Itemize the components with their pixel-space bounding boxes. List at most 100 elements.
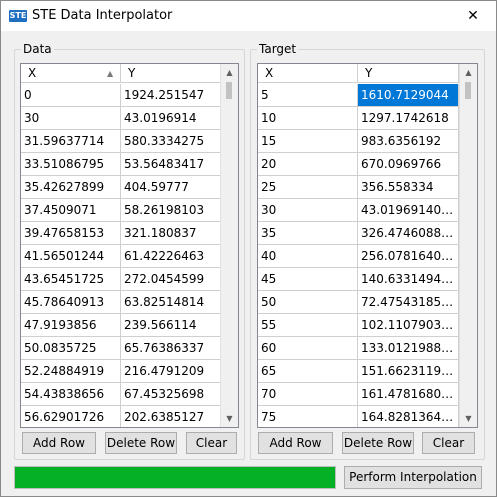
- target-table-row[interactable]: 25 356.558334: [258, 176, 459, 199]
- data-cell-y[interactable]: 216.4791209: [121, 360, 221, 383]
- data-cell-y[interactable]: 239.566114: [121, 314, 221, 337]
- target-cell-y[interactable]: 161.4781680657...: [358, 383, 459, 406]
- data-delete-row-button[interactable]: Delete Row: [105, 432, 177, 454]
- data-cell-x[interactable]: 52.24884919: [21, 360, 121, 383]
- scroll-down-icon[interactable]: ▼: [460, 410, 477, 427]
- target-cell-x[interactable]: 70: [258, 383, 358, 406]
- target-add-row-button[interactable]: Add Row: [258, 432, 333, 454]
- target-table-row[interactable]: 65151.6623119908...: [258, 360, 459, 383]
- data-cell-y[interactable]: 321.180837: [121, 222, 221, 245]
- data-cell-y[interactable]: 43.0196914: [121, 107, 221, 130]
- data-cell-x[interactable]: 35.42627899: [21, 176, 121, 199]
- data-cell-x[interactable]: 31.59637714: [21, 130, 121, 153]
- data-cell-y[interactable]: 53.56483417: [121, 153, 221, 176]
- target-cell-y[interactable]: 43.01969140000...: [358, 199, 459, 222]
- target-cell-x[interactable]: 60: [258, 337, 358, 360]
- target-cell-x[interactable]: 30: [258, 199, 358, 222]
- data-grid[interactable]: X ▲ Y 0 1924.251547 30 43.0196914 31.5963771…: [20, 63, 239, 428]
- data-table-row[interactable]: 41.56501244 61.42226463: [21, 245, 221, 268]
- target-table-row[interactable]: 20 670.0969766: [258, 153, 459, 176]
- data-cell-y[interactable]: 580.3334275: [121, 130, 221, 153]
- target-table-row[interactable]: 5 1610.7129044: [258, 84, 459, 107]
- target-cell-x[interactable]: 40: [258, 245, 358, 268]
- target-grid-scrollbar[interactable]: ▲ ▼: [459, 64, 477, 427]
- target-cell-y[interactable]: 140.6331494067...: [358, 268, 459, 291]
- target-table-row[interactable]: 60133.0121988272...: [258, 337, 459, 360]
- target-table-row[interactable]: 70161.4781680657...: [258, 383, 459, 406]
- target-table-row[interactable]: 10 1297.1742618: [258, 107, 459, 130]
- target-cell-x[interactable]: 20: [258, 153, 358, 176]
- target-cell-y[interactable]: 164.8281364065...: [358, 406, 459, 427]
- data-cell-x[interactable]: 47.9193856: [21, 314, 121, 337]
- data-add-row-button[interactable]: Add Row: [22, 432, 96, 454]
- target-table-row[interactable]: 3043.01969140000...: [258, 199, 459, 222]
- data-clear-button[interactable]: Clear: [186, 432, 237, 454]
- data-table-row[interactable]: 50.0835725 65.76386337: [21, 337, 221, 360]
- target-column-x-header[interactable]: X: [258, 64, 358, 83]
- target-cell-y[interactable]: 133.0121988272...: [358, 337, 459, 360]
- data-column-y-header[interactable]: Y: [121, 64, 221, 83]
- scroll-thumb[interactable]: [465, 82, 471, 99]
- target-cell-y[interactable]: 983.6356192: [358, 130, 459, 153]
- target-cell-x[interactable]: 5: [258, 84, 358, 107]
- data-table-row[interactable]: 37.4509071 58.26198103: [21, 199, 221, 222]
- target-table-row[interactable]: 55102.1107903114...: [258, 314, 459, 337]
- data-cell-y[interactable]: 404.59777: [121, 176, 221, 199]
- data-table-row[interactable]: 43.65451725 272.0454599: [21, 268, 221, 291]
- target-cell-y[interactable]: 670.0969766: [358, 153, 459, 176]
- data-table-row[interactable]: 47.9193856 239.566114: [21, 314, 221, 337]
- scroll-thumb[interactable]: [226, 82, 232, 99]
- target-cell-y[interactable]: 72.47543185365...: [358, 291, 459, 314]
- perform-interpolation-button[interactable]: Perform Interpolation: [344, 466, 482, 489]
- data-cell-x[interactable]: 43.65451725: [21, 268, 121, 291]
- data-cell-x[interactable]: 39.47658153: [21, 222, 121, 245]
- target-cell-y[interactable]: 1297.1742618: [358, 107, 459, 130]
- target-table-row[interactable]: 40256.0781640467...: [258, 245, 459, 268]
- target-cell-y[interactable]: 1610.7129044: [358, 84, 459, 107]
- data-cell-x[interactable]: 33.51086795: [21, 153, 121, 176]
- data-table-row[interactable]: 45.78640913 63.82514814: [21, 291, 221, 314]
- target-cell-x[interactable]: 50: [258, 291, 358, 314]
- data-cell-x[interactable]: 30: [21, 107, 121, 130]
- target-cell-x[interactable]: 10: [258, 107, 358, 130]
- data-cell-y[interactable]: 61.42226463: [121, 245, 221, 268]
- target-cell-y[interactable]: 356.558334: [358, 176, 459, 199]
- data-table-row[interactable]: 31.59637714 580.3334275: [21, 130, 221, 153]
- data-cell-x[interactable]: 41.56501244: [21, 245, 121, 268]
- target-table-row[interactable]: 35326.4746088521...: [258, 222, 459, 245]
- data-cell-y[interactable]: 67.45325698: [121, 383, 221, 406]
- data-cell-y[interactable]: 58.26198103: [121, 199, 221, 222]
- data-cell-y[interactable]: 202.6385127: [121, 406, 221, 427]
- data-table-row[interactable]: 0 1924.251547: [21, 84, 221, 107]
- target-table-row[interactable]: 5072.47543185365...: [258, 291, 459, 314]
- data-cell-y[interactable]: 1924.251547: [121, 84, 221, 107]
- target-grid[interactable]: X Y 5 1610.7129044 10 1297.1742618 15 983.635…: [257, 63, 478, 428]
- data-cell-y[interactable]: 65.76386337: [121, 337, 221, 360]
- data-table-row[interactable]: 33.51086795 53.56483417: [21, 153, 221, 176]
- data-cell-y[interactable]: 63.82514814: [121, 291, 221, 314]
- target-cell-x[interactable]: 15: [258, 130, 358, 153]
- target-cell-y[interactable]: 326.4746088521...: [358, 222, 459, 245]
- target-table-row[interactable]: 15 983.6356192: [258, 130, 459, 153]
- target-cell-x[interactable]: 45: [258, 268, 358, 291]
- data-table-row[interactable]: 52.24884919 216.4791209: [21, 360, 221, 383]
- data-table-row[interactable]: 39.47658153 321.180837: [21, 222, 221, 245]
- scroll-up-icon[interactable]: ▲: [221, 64, 238, 81]
- target-cell-x[interactable]: 55: [258, 314, 358, 337]
- data-cell-x[interactable]: 54.43838656: [21, 383, 121, 406]
- target-cell-y[interactable]: 102.1107903114...: [358, 314, 459, 337]
- data-cell-x[interactable]: 45.78640913: [21, 291, 121, 314]
- target-cell-x[interactable]: 65: [258, 360, 358, 383]
- close-button[interactable]: ✕: [450, 1, 496, 31]
- target-delete-row-button[interactable]: Delete Row: [342, 432, 414, 454]
- scroll-down-icon[interactable]: ▼: [221, 410, 238, 427]
- data-cell-x[interactable]: 0: [21, 84, 121, 107]
- target-cell-x[interactable]: 35: [258, 222, 358, 245]
- data-table-row[interactable]: 35.42627899 404.59777: [21, 176, 221, 199]
- data-cell-x[interactable]: 56.62901726: [21, 406, 121, 427]
- target-column-y-header[interactable]: Y: [358, 64, 459, 83]
- data-table-row[interactable]: 30 43.0196914: [21, 107, 221, 130]
- target-cell-y[interactable]: 256.0781640467...: [358, 245, 459, 268]
- data-table-row[interactable]: 54.43838656 67.45325698: [21, 383, 221, 406]
- scroll-up-icon[interactable]: ▲: [460, 64, 477, 81]
